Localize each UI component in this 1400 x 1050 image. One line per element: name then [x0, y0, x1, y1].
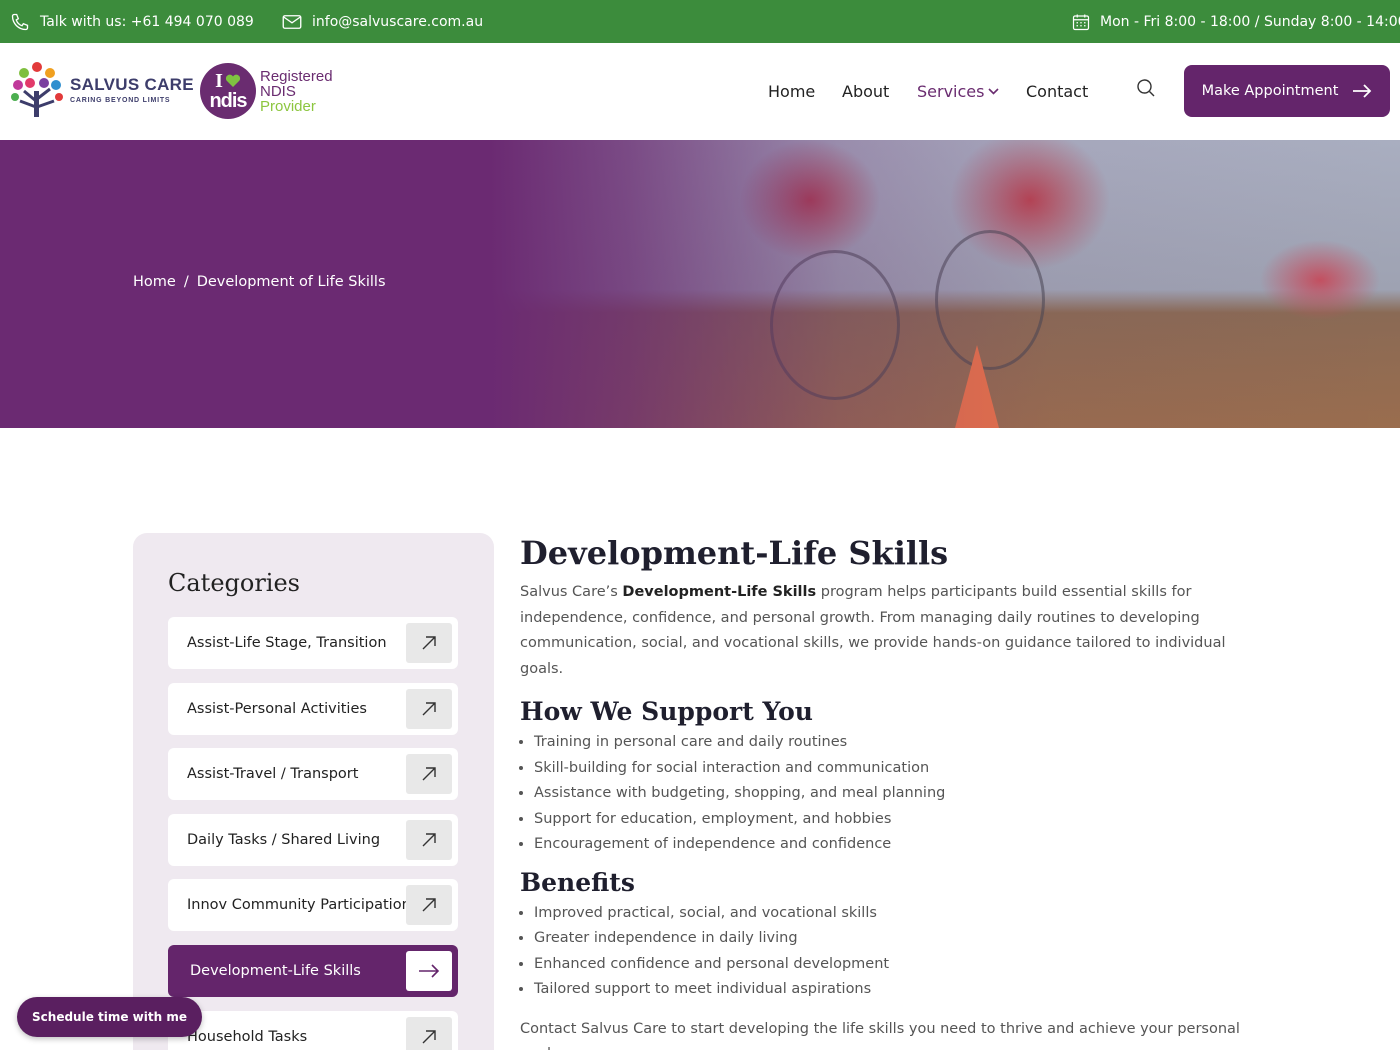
ndis-registered-text: Registered NDIS Provider: [260, 69, 333, 114]
intro-prefix: Salvus Care’s: [520, 584, 623, 600]
category-item[interactable]: Assist-Travel / Transport: [168, 748, 458, 800]
nav-services[interactable]: Services: [917, 82, 1000, 101]
nav-home[interactable]: Home: [768, 82, 815, 101]
support-heading: How We Support You: [520, 697, 813, 726]
arrow-up-right-icon: [406, 1017, 452, 1050]
arrow-right-icon: [406, 951, 452, 991]
category-label: Daily Tasks / Shared Living: [187, 832, 381, 848]
support-list: Training in personal care and daily rout…: [520, 730, 1240, 858]
category-item[interactable]: Innov Community Participation: [168, 879, 458, 931]
category-item[interactable]: Household Tasks: [168, 1011, 458, 1050]
list-item: Enhanced confidence and personal develop…: [534, 952, 1240, 978]
phone-text: Talk with us: +61 494 070 089: [40, 13, 254, 30]
breadcrumb: Home / Development of Life Skills: [133, 274, 386, 290]
page-title: Development-Life Skills: [520, 534, 949, 572]
list-item: Encouragement of independence and confid…: [534, 832, 1240, 858]
email-text: info@salvuscare.com.au: [312, 13, 484, 30]
list-item: Support for education, employment, and h…: [534, 807, 1240, 833]
search-icon: [1137, 79, 1155, 97]
ndis-line-provider: Provider: [260, 97, 316, 115]
make-appointment-button[interactable]: Make Appointment: [1184, 65, 1390, 117]
main-content: Development-Life Skills Salvus Care’s De…: [520, 533, 1240, 1050]
breadcrumb-separator: /: [183, 274, 189, 290]
breadcrumb-home[interactable]: Home: [133, 274, 176, 290]
arrow-up-right-icon: [406, 754, 452, 794]
categories-sidebar: Categories Assist-Life Stage, Transition…: [133, 533, 494, 1050]
list-item: Tailored support to meet individual aspi…: [534, 977, 1240, 1003]
make-appointment-label: Make Appointment: [1201, 83, 1339, 99]
ndis-line-registered: Registered: [260, 67, 333, 85]
nav-about[interactable]: About: [842, 82, 889, 101]
nav-services-label: Services: [917, 82, 985, 101]
ndis-i-letter: I: [215, 70, 223, 92]
benefits-list: Improved practical, social, and vocation…: [520, 901, 1240, 1003]
brand-tagline: CARING BEYOND LIMITS: [70, 97, 171, 104]
heart-icon: [225, 74, 240, 87]
category-label: Assist-Life Stage, Transition: [187, 635, 387, 651]
category-label: Assist-Travel / Transport: [187, 766, 359, 782]
category-label: Innov Community Participation: [187, 897, 411, 913]
category-label: Household Tasks: [187, 1029, 308, 1045]
calendar-icon: [1072, 14, 1090, 30]
category-label: Development-Life Skills: [190, 963, 361, 979]
arrow-right-icon: [1353, 84, 1372, 98]
category-label: Assist-Personal Activities: [187, 701, 367, 717]
site-header: SALVUS CARE CARING BEYOND LIMITS I ndis …: [0, 43, 1400, 140]
hours-text: Mon - Fri 8:00 - 18:00 / Sunday 8:00 - 1…: [1100, 13, 1400, 30]
ndis-provider-badge: I ndis Registered NDIS Provider: [200, 63, 333, 119]
list-item: Improved practical, social, and vocation…: [534, 901, 1240, 927]
email-contact[interactable]: info@salvuscare.com.au: [282, 0, 483, 43]
list-item: Assistance with budgeting, shopping, and…: [534, 781, 1240, 807]
schedule-time-button[interactable]: Schedule time with me: [17, 997, 202, 1037]
phone-contact[interactable]: Talk with us: +61 494 070 089: [10, 0, 254, 43]
benefits-heading: Benefits: [520, 867, 635, 897]
closing-paragraph: Contact Salvus Care to start developing …: [520, 1020, 1240, 1050]
ndis-word: ndis: [209, 90, 247, 112]
list-item: Skill-building for social interaction an…: [534, 756, 1240, 782]
category-item[interactable]: Assist-Personal Activities: [168, 683, 458, 735]
ndis-line-ndis: NDIS: [260, 82, 296, 100]
salvus-care-logo[interactable]: SALVUS CARE CARING BEYOND LIMITS: [10, 61, 194, 119]
arrow-up-right-icon: [406, 885, 452, 925]
nav-contact[interactable]: Contact: [1026, 82, 1088, 101]
arrow-up-right-icon: [406, 623, 452, 663]
ndis-logo: I ndis: [200, 63, 256, 119]
brand-name: SALVUS CARE: [70, 75, 194, 94]
opening-hours: Mon - Fri 8:00 - 18:00 / Sunday 8:00 - 1…: [1072, 0, 1400, 43]
envelope-icon: [282, 14, 302, 29]
arrow-up-right-icon: [406, 820, 452, 860]
category-item[interactable]: Assist-Life Stage, Transition: [168, 617, 458, 669]
top-info-bar: Talk with us: +61 494 070 089 info@salvu…: [0, 0, 1400, 43]
breadcrumb-current: Development of Life Skills: [196, 274, 386, 290]
category-item-active[interactable]: Development-Life Skills: [168, 945, 458, 997]
category-item[interactable]: Daily Tasks / Shared Living: [168, 814, 458, 866]
page-hero: Home / Development of Life Skills: [0, 140, 1400, 428]
chevron-down-icon: [988, 88, 1000, 95]
intro-paragraph: Salvus Care’s Development-Life Skills pr…: [520, 580, 1240, 682]
arrow-up-right-icon: [406, 689, 452, 729]
sidebar-title: Categories: [168, 569, 300, 597]
search-button[interactable]: [1136, 78, 1158, 100]
list-item: Training in personal care and daily rout…: [534, 730, 1240, 756]
intro-bold: Development-Life Skills: [622, 584, 817, 600]
phone-icon: [11, 13, 29, 30]
tree-logo-icon: [11, 62, 63, 117]
list-item: Greater independence in daily living: [534, 926, 1240, 952]
